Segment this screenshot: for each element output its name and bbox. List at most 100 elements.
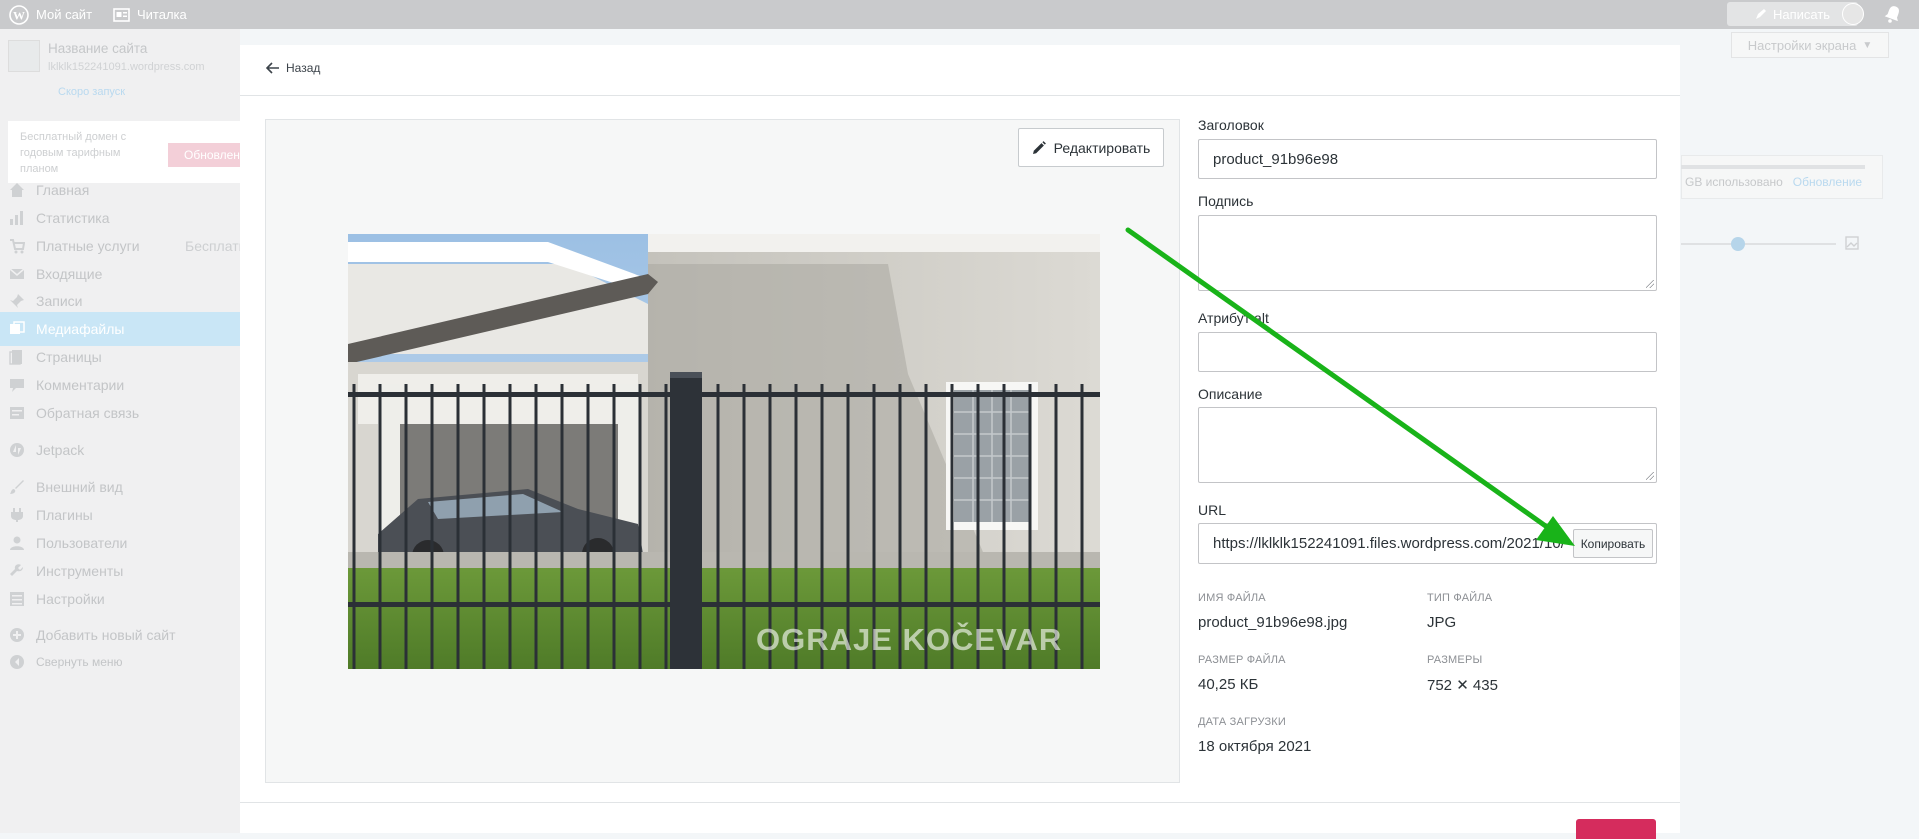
dimensions-label: РАЗМЕРЫ [1427, 654, 1483, 666]
pages-icon [9, 349, 25, 365]
resize-handle-icon[interactable] [1646, 472, 1654, 480]
image-watermark: OGRAJE KOČEVAR [756, 622, 1063, 657]
alt-label: Атрибут alt [1198, 310, 1269, 326]
brush-icon [9, 479, 25, 495]
settings-icon [9, 591, 25, 607]
copy-url-button[interactable]: Копировать [1573, 529, 1653, 558]
description-textarea[interactable] [1198, 407, 1657, 483]
image-icon [1845, 236, 1859, 250]
bell-icon [1884, 6, 1899, 23]
upload-date-value: 18 октября 2021 [1198, 738, 1312, 755]
filesize-value: 40,25 КБ [1198, 676, 1259, 693]
sidebar-item-label: Входящие [36, 266, 103, 282]
arrow-left-icon [266, 62, 279, 74]
sidebar-item-label: Свернуть меню [36, 655, 123, 669]
zoom-slider-handle[interactable] [1731, 237, 1745, 251]
reader-icon [113, 7, 130, 22]
comment-icon [9, 377, 25, 393]
filetype-label: ТИП ФАЙЛА [1427, 592, 1493, 604]
save-button[interactable] [1576, 819, 1656, 839]
feedback-icon [9, 405, 25, 421]
site-url: lklklk152241091.wordpress.com [48, 61, 205, 73]
my-site-link[interactable]: W Мой сайт [9, 0, 92, 29]
home-icon [9, 182, 25, 198]
sidebar-item-label: Jetpack [36, 442, 85, 458]
sidebar-item-label: Комментарии [36, 377, 125, 393]
media-icon [9, 321, 25, 337]
promo-text: Бесплатный домен с годовым тарифным план… [20, 131, 127, 175]
filename-value: product_91b96e98.jpg [1198, 614, 1348, 631]
wrench-icon [9, 563, 25, 579]
resize-handle-icon[interactable] [1646, 280, 1654, 288]
sidebar-item-label: Добавить новый сайт [36, 627, 176, 643]
edit-image-button[interactable]: Редактировать [1018, 128, 1164, 167]
wordpress-logo-icon: W [9, 4, 29, 25]
storage-upgrade-link[interactable]: Обновление [1793, 175, 1862, 189]
zoom-slider-track[interactable] [1681, 243, 1836, 245]
caption-textarea[interactable] [1198, 215, 1657, 291]
avatar[interactable] [1842, 3, 1864, 25]
sidebar: Название сайта lklklk152241091.wordpress… [0, 29, 254, 833]
launch-link[interactable]: Скоро запуск [58, 86, 125, 98]
sidebar-item-label: Медиафайлы [36, 321, 125, 337]
screen-options-button[interactable]: Настройки экрана ▼ [1731, 32, 1889, 58]
media-detail-modal: Назад Редактировать OGRAJE KOČEVAR Загол… [240, 45, 1680, 839]
image-preview-pane: Редактировать OGRAJE KOČEVAR [265, 119, 1180, 783]
pen-icon [1755, 9, 1766, 19]
sidebar-item-label: Пользователи [36, 535, 128, 551]
notifications-button[interactable] [1883, 4, 1905, 26]
sidebar-item-9[interactable]: Обратная связь [0, 396, 240, 430]
write-button[interactable]: Написать [1727, 2, 1858, 26]
modal-header: Назад [240, 45, 1680, 96]
cart-icon [9, 238, 25, 254]
upgrade-button[interactable]: Обновление [168, 143, 248, 167]
back-button[interactable]: Назад [266, 61, 320, 75]
back-label: Назад [286, 61, 321, 75]
filesize-label: РАЗМЕР ФАЙЛА [1198, 654, 1286, 666]
write-label: Написать [1772, 6, 1831, 22]
sidebar-item-label: Настройки [36, 591, 105, 607]
jetpack-icon [9, 442, 25, 458]
url-input[interactable]: https://lklklk152241091.files.wordpress.… [1213, 535, 1565, 552]
alt-input[interactable] [1198, 332, 1657, 372]
sidebar-item-label: Инструменты [36, 563, 124, 579]
masterbar: W Мой сайт Читалка Написать [0, 0, 1919, 29]
mail-icon [9, 266, 25, 282]
sidebar-item-label: Главная [36, 182, 90, 198]
filename-label: ИМЯ ФАЙЛА [1198, 592, 1266, 604]
site-title[interactable]: Название сайта [48, 41, 147, 56]
pencil-icon [1032, 140, 1046, 154]
sidebar-item-10[interactable]: Jetpack [0, 433, 240, 467]
caption-label: Подпись [1198, 193, 1254, 209]
sidebar-item-15[interactable]: Настройки [0, 582, 240, 616]
plugin-icon [9, 507, 25, 523]
storage-usage: GB использовано Обновление [1685, 175, 1862, 189]
my-site-label: Мой сайт [36, 7, 93, 22]
media-image: OGRAJE KOČEVAR [348, 234, 1100, 669]
sidebar-item-label: Статистика [36, 210, 110, 226]
sidebar-item-label: Платные услуги [36, 238, 140, 254]
house-fence-photo [348, 234, 1100, 669]
modal-footer-divider [240, 802, 1680, 803]
edit-label: Редактировать [1053, 139, 1151, 156]
user-icon [9, 535, 25, 551]
url-label: URL [1198, 502, 1227, 518]
storage-bar [1681, 165, 1865, 169]
storage-used-label: GB использовано [1685, 175, 1783, 189]
pin-icon [9, 293, 25, 309]
sidebar-item-label: Страницы [36, 349, 102, 365]
stats-icon [9, 210, 25, 226]
reader-label: Читалка [137, 7, 187, 22]
collapse-icon [9, 654, 25, 670]
url-field[interactable]: https://lklklk152241091.files.wordpress.… [1198, 523, 1657, 564]
sidebar-item-label: Записи [36, 293, 83, 309]
sidebar-item-17[interactable]: Свернуть меню [0, 645, 240, 679]
svg-text:W: W [13, 8, 25, 22]
sidebar-item-label: Плагины [36, 507, 93, 523]
description-label: Описание [1198, 386, 1263, 402]
sidebar-item-label: Внешний вид [36, 479, 123, 495]
reader-link[interactable]: Читалка [113, 0, 187, 29]
site-icon[interactable] [8, 40, 40, 72]
dimensions-value: 752 ✕ 435 [1427, 677, 1498, 694]
title-input[interactable]: product_91b96e98 [1198, 139, 1657, 179]
